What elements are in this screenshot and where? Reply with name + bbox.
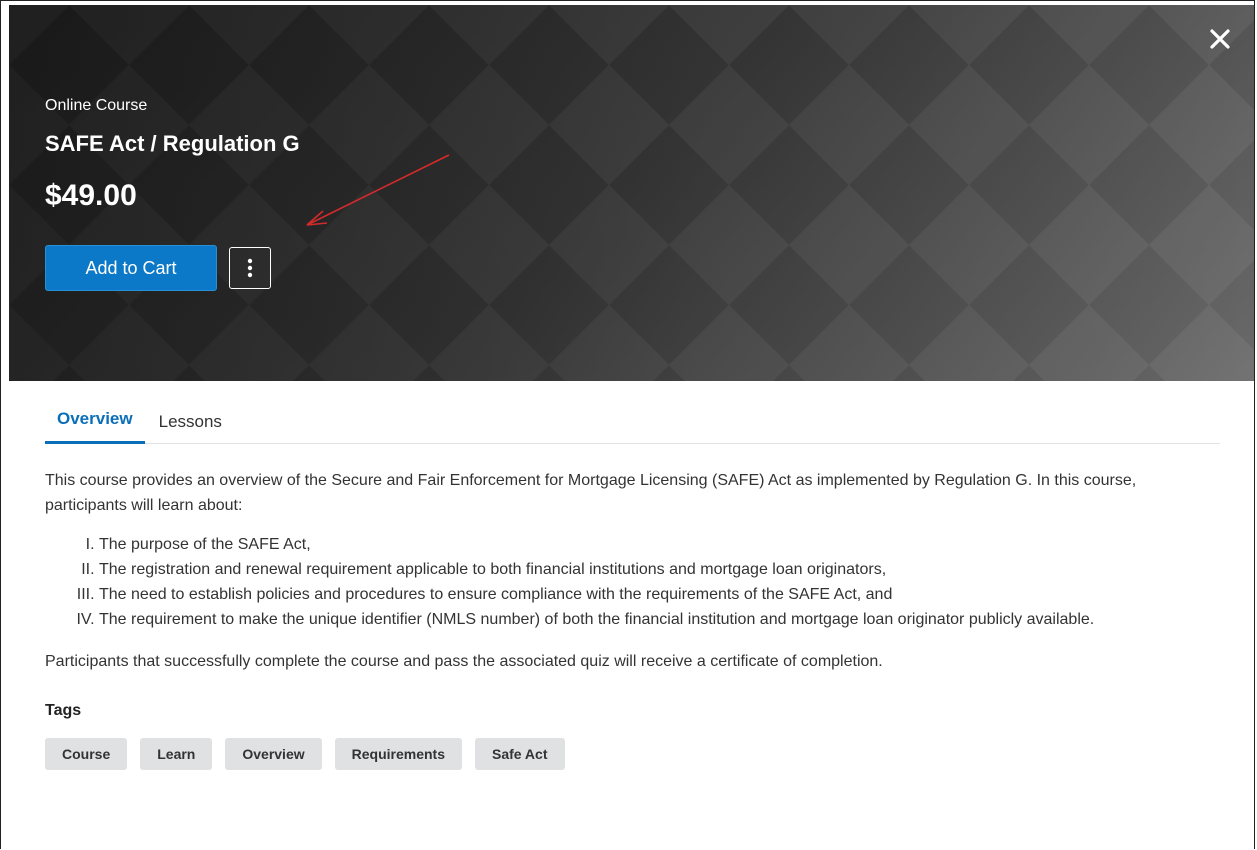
topic-list: The purpose of the SAFE Act, The registr… [45,532,1220,632]
tags-heading: Tags [45,702,82,719]
course-hero-banner: Online Course SAFE Act / Regulation G $4… [9,5,1254,381]
tag-overview[interactable]: Overview [225,738,322,770]
vertical-ellipsis-icon [247,258,253,278]
list-item: The registration and renewal requirement… [99,557,1220,582]
tag-learn[interactable]: Learn [140,738,213,770]
course-price: $49.00 [45,179,137,212]
tag-requirements[interactable]: Requirements [334,738,462,770]
tag-safe-act[interactable]: Safe Act [474,738,565,770]
course-title: SAFE Act / Regulation G [45,131,300,156]
list-item: The requirement to make the unique ident… [99,607,1220,632]
overview-description: This course provides an overview of the … [45,468,1220,674]
close-icon [1210,29,1230,49]
tab-lessons[interactable]: Lessons [147,412,234,444]
course-content: Overview Lessons This course provides an… [45,381,1220,770]
annotation-arrow-icon [306,154,450,226]
list-item: The purpose of the SAFE Act, [99,532,1220,557]
close-button[interactable] [1204,23,1236,55]
add-to-cart-button[interactable]: Add to Cart [45,245,217,291]
course-detail-panel: Online Course SAFE Act / Regulation G $4… [0,0,1255,849]
completion-note: Participants that successfully complete … [45,653,883,670]
tag-course[interactable]: Course [45,738,128,770]
tab-bar: Overview Lessons [45,381,1220,444]
course-type-label: Online Course [45,97,148,114]
list-item: The need to establish policies and proce… [99,582,1220,607]
tab-overview[interactable]: Overview [45,409,145,444]
tag-list: Course Learn Overview Requirements Safe … [45,738,1220,770]
more-options-button[interactable] [229,247,271,289]
overview-intro: This course provides an overview of the … [45,472,1137,514]
